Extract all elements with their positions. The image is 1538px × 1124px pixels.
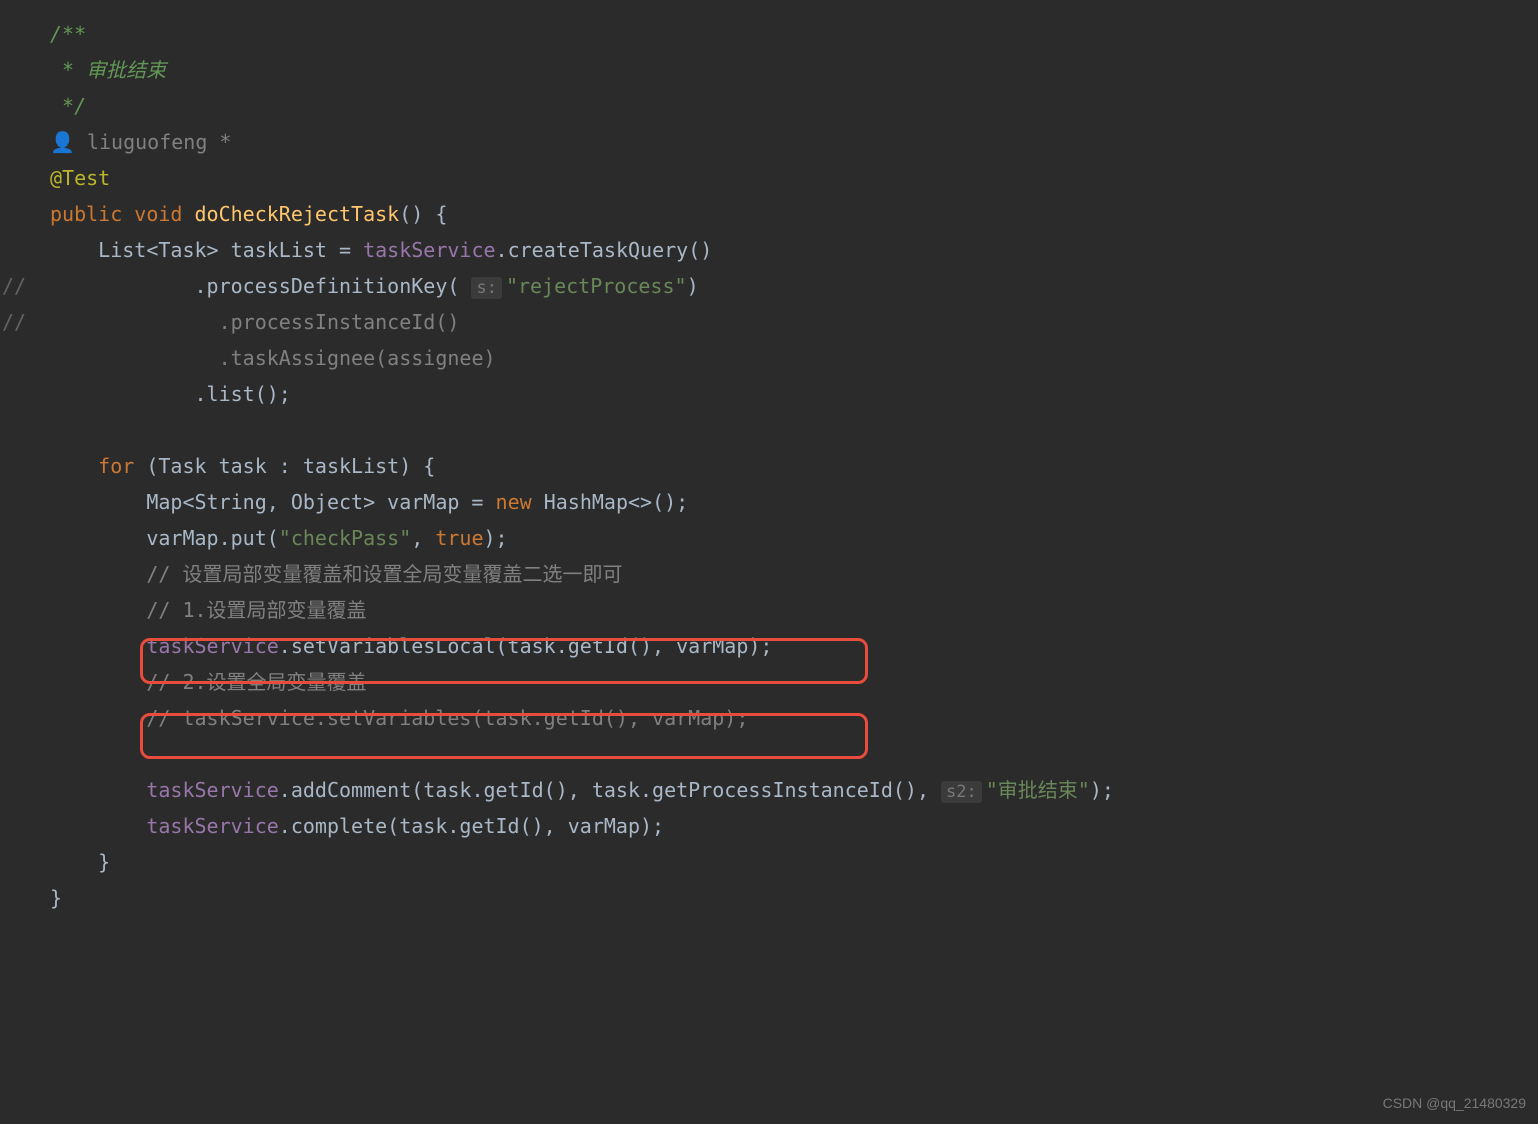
code-line: // .processInstanceId()	[0, 304, 1538, 340]
code-line	[0, 412, 1538, 448]
javadoc-comment: /**	[50, 22, 86, 46]
code-line: // 1.设置局部变量覆盖	[0, 592, 1538, 628]
code-line: 👤 liuguofeng *	[0, 124, 1538, 160]
code-line: @Test	[0, 160, 1538, 196]
code-line: taskService.complete(task.getId(), varMa…	[0, 808, 1538, 844]
code-line: List<Task> taskList = taskService.create…	[0, 232, 1538, 268]
code-line: Map<String, Object> varMap = new HashMap…	[0, 484, 1538, 520]
javadoc-comment: */	[50, 94, 86, 118]
gutter-comment: //	[2, 304, 26, 340]
javadoc-comment: * 审批结束	[50, 58, 166, 82]
code-line	[0, 736, 1538, 772]
gutter-comment: //	[2, 268, 26, 304]
code-line: taskService.setVariablesLocal(task.getId…	[0, 628, 1538, 664]
code-comment: // 2.设置全局变量覆盖	[146, 670, 366, 694]
person-icon: 👤	[50, 130, 75, 154]
keyword-for: for	[98, 454, 134, 478]
method-declaration: doCheckRejectTask	[195, 202, 400, 226]
code-line: */	[0, 88, 1538, 124]
code-line: // 2.设置全局变量覆盖	[0, 664, 1538, 700]
code-line: // 设置局部变量覆盖和设置全局变量覆盖二选一即可	[0, 556, 1538, 592]
keyword-public: public	[50, 202, 122, 226]
code-line: .list();	[0, 376, 1538, 412]
param-hint: s:	[471, 277, 501, 299]
code-line: /**	[0, 16, 1538, 52]
param-hint: s2:	[941, 781, 982, 803]
code-line: * 审批结束	[0, 52, 1538, 88]
code-comment: // 设置局部变量覆盖和设置全局变量覆盖二选一即可	[146, 562, 622, 586]
test-annotation: @Test	[50, 166, 110, 190]
code-line: // .processDefinitionKey( s:"rejectProce…	[0, 268, 1538, 304]
code-line: taskService.addComment(task.getId(), tas…	[0, 772, 1538, 808]
code-line: }	[0, 844, 1538, 880]
code-line: for (Task task : taskList) {	[0, 448, 1538, 484]
code-editor[interactable]: /** * 审批结束 */ 👤 liuguofeng * @Test publi…	[0, 16, 1538, 916]
code-line: public void doCheckRejectTask() {	[0, 196, 1538, 232]
code-comment: // 1.设置局部变量覆盖	[146, 598, 366, 622]
watermark: CSDN @qq_21480329	[1383, 1091, 1526, 1116]
code-line: .taskAssignee(assignee)	[0, 340, 1538, 376]
code-line: }	[0, 880, 1538, 916]
author-annotation: 👤 liuguofeng *	[50, 130, 231, 154]
code-line: // taskService.setVariables(task.getId()…	[0, 700, 1538, 736]
code-line: varMap.put("checkPass", true);	[0, 520, 1538, 556]
keyword-void: void	[134, 202, 182, 226]
code-comment: // taskService.setVariables(task.getId()…	[146, 706, 748, 730]
